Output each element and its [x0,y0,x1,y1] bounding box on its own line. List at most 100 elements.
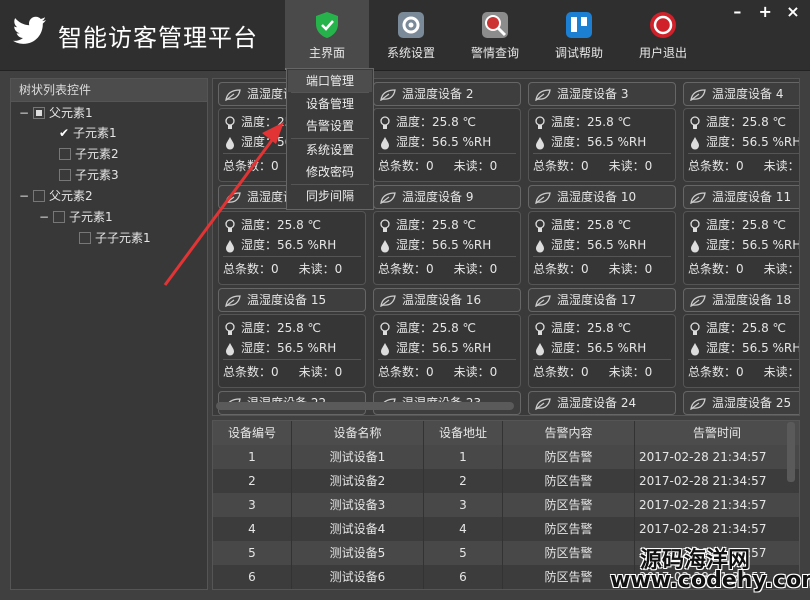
drop-icon [536,342,544,355]
temperature-value: 温度：25.8 ℃ [241,218,322,232]
nav-settings[interactable]: 系统设置 [369,0,453,68]
table-row[interactable]: 3 测试设备3 3 防区告警 2017-02-28 21:34:57 [213,493,799,518]
temperature-value: 温度：25.8 ℃ [396,115,477,129]
menu-item-system-settings[interactable]: 系统设置 [288,139,372,161]
bulb-icon [225,218,235,232]
count-row: 总条数：0 未读：0 [533,363,652,381]
device-card-body: 温度：25.8 ℃ 湿度：56.5 %RH 总条数：0 未读：0 [373,314,521,388]
vertical-scrollbar[interactable] [787,422,795,482]
device-card-body: 温度：25.8 ℃ 湿度：56.5 %RH 总条数：0 未读：0 [683,211,800,285]
menu-item-device-management[interactable]: 设备管理 [288,93,372,115]
tree-expand-toggle[interactable]: − [19,103,33,123]
humidity-value: 湿度：56.5 %RH [396,238,492,252]
temperature-value: 温度：25.8 ℃ [551,218,632,232]
device-card[interactable]: 温湿度设备 9 温度：25.8 ℃ 湿度：56.5 %RH 总条数：0 未读：0 [373,185,521,285]
device-card[interactable]: 温湿度设备 3 温度：25.8 ℃ 湿度：56.5 %RH 总条数：0 未读：0 [528,82,676,182]
minimize-button[interactable]: – [728,2,746,21]
device-card[interactable]: 温湿度设备 10 温度：25.8 ℃ 湿度：56.5 %RH 总条数：0 未读：0 [528,185,676,285]
temperature-row: 温度：25.8 ℃ [690,113,786,131]
tree-expand-toggle[interactable]: − [39,207,53,227]
menu-item-alarm-settings[interactable]: 告警设置 [288,115,372,137]
humidity-row: 湿度：56.5 %RH [380,339,491,357]
column-header[interactable]: 设备地址 [424,421,503,445]
tree-node-grandchild1[interactable]: 子子元素1 [79,228,151,248]
table-cell: 4 [424,517,503,542]
device-card[interactable]: 温湿度设备 11 温度：25.8 ℃ 湿度：56.5 %RH 总条数：0 未读：0 [683,185,799,285]
card-divider [533,359,671,360]
humidity-value: 湿度：56.5 %RH [241,341,337,355]
tree-checkbox[interactable] [53,210,65,223]
bulb-icon [690,321,700,335]
tree-checkbox[interactable] [33,106,45,119]
humidity-value: 湿度：56.5 %RH [706,238,800,252]
tree-checkbox[interactable] [79,231,91,244]
unread-count: 未读：0 [608,262,653,276]
table-cell: 2017-02-28 21:34:57 [635,469,799,494]
device-card[interactable]: 温湿度设备 18 温度：25.8 ℃ 湿度：56.5 %RH 总条数：0 未读：0 [683,288,799,388]
nav-main[interactable]: 主界面 [285,0,369,70]
close-button[interactable]: × [784,2,802,21]
tree-node-child2[interactable]: 子元素2 [59,144,119,164]
device-card-body: 温度：25.8 ℃ 湿度：56.5 %RH 总条数：0 未读：0 [683,108,800,182]
nav-debug-help[interactable]: 调试帮助 [537,0,621,68]
humidity-row: 湿度：56.5 %RH [690,133,799,151]
device-card[interactable]: 温湿度设备 16 温度：25.8 ℃ 湿度：56.5 %RH 总条数：0 未读：0 [373,288,521,388]
unread-count: 未读：0 [298,262,343,276]
horizontal-scrollbar[interactable] [216,402,514,410]
drop-icon [691,342,699,355]
column-header[interactable]: 告警时间 [635,421,799,445]
humidity-row: 湿度：56.5 %RH [225,236,336,254]
unread-count: 未读：0 [763,365,800,379]
menu-item-port-management[interactable]: 端口管理 [288,70,372,92]
unread-count: 未读：0 [608,365,653,379]
device-card[interactable]: 温湿度设备 4 温度：25.8 ℃ 湿度：56.5 %RH 总条数：0 未读：0 [683,82,799,182]
column-header[interactable]: 设备名称 [292,421,424,445]
device-card[interactable]: 温湿度设备 25温度：25.8 ℃湿度：56.5 %RH总条数：0未读：0 [683,391,799,415]
check-icon[interactable]: ✔ [59,123,71,143]
drop-icon [381,342,389,355]
total-count: 总条数：0 [533,159,589,173]
gear-icon [398,12,424,38]
tree-node-child1[interactable]: ✔ 子元素1 [59,123,117,143]
tree-checkbox[interactable] [33,189,45,202]
device-card[interactable]: 温湿度设备 15 温度：25.8 ℃ 湿度：56.5 %RH 总条数：0 未读：0 [218,288,366,388]
menu-item-change-password[interactable]: 修改密码 [288,161,372,183]
card-divider [378,153,516,154]
device-card-title: 温湿度设备 10 [528,185,676,209]
total-count: 总条数：0 [688,262,744,276]
tree-checkbox[interactable] [59,147,71,160]
table-cell: 测试设备2 [292,469,424,494]
device-card-body: 温度：25.8 ℃ 湿度：56.5 %RH 总条数：0 未读：0 [218,314,366,388]
tree-expand-toggle[interactable]: − [19,186,33,206]
column-header[interactable]: 告警内容 [503,421,635,445]
device-card-body: 温度：25.8 ℃ 湿度：56.5 %RH 总条数：0 未读：0 [528,108,676,182]
card-divider [688,256,799,257]
device-name: 温湿度设备 16 [402,293,482,307]
tree-node-p2-child1[interactable]: − 子元素1 [39,207,113,227]
tree-checkbox[interactable] [59,168,71,181]
device-card[interactable]: 温湿度设备 17 温度：25.8 ℃ 湿度：56.5 %RH 总条数：0 未读：0 [528,288,676,388]
device-card[interactable]: 温湿度设备 2 温度：25.8 ℃ 湿度：56.5 %RH 总条数：0 未读：0 [373,82,521,182]
tree-node-parent1[interactable]: − 父元素1 [19,103,93,123]
count-row: 总条数：0 未读：0 [378,363,497,381]
tree-node-child3[interactable]: 子元素3 [59,165,119,185]
unread-count: 未读：0 [763,159,800,173]
nav-alarm-query[interactable]: 警情查询 [453,0,537,68]
temperature-row: 温度：25.8 ℃ [225,319,321,337]
column-header[interactable]: 设备编号 [213,421,292,445]
humidity-value: 湿度：56.5 %RH [551,135,647,149]
nav-logout[interactable]: 用户退出 [621,0,705,68]
device-card[interactable]: 温湿度设备 24温度：25.8 ℃湿度：56.5 %RH总条数：0未读：0 [528,391,676,415]
temperature-row: 温度：25.8 ℃ [535,319,631,337]
table-row[interactable]: 1 测试设备1 1 防区告警 2017-02-28 21:34:57 [213,445,799,470]
menu-item-sync-interval[interactable]: 同步间隔 [288,185,372,207]
temperature-row: 温度：25.8 ℃ [380,216,476,234]
search-icon [482,12,508,38]
tree-node-parent2[interactable]: − 父元素2 [19,186,93,206]
maximize-button[interactable]: + [756,2,774,21]
total-count: 总条数：0 [533,262,589,276]
table-row[interactable]: 4 测试设备4 4 防区告警 2017-02-28 21:34:57 [213,517,799,542]
table-row[interactable]: 2 测试设备2 2 防区告警 2017-02-28 21:34:57 [213,469,799,494]
device-card-body: 温度：25.8 ℃ 湿度：56.5 %RH 总条数：0 未读：0 [683,314,800,388]
table-cell: 2 [424,469,503,494]
